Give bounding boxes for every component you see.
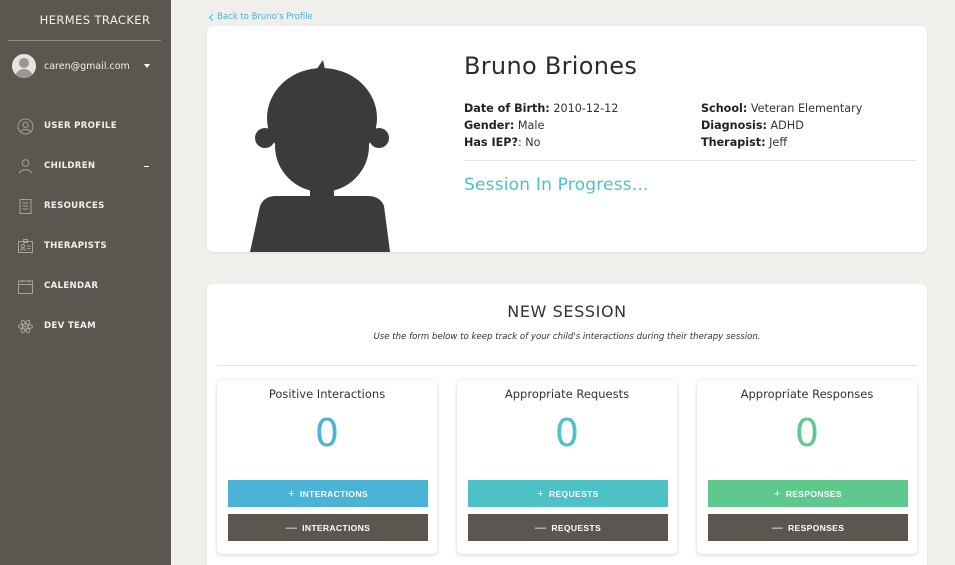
user-circle-icon bbox=[17, 118, 34, 134]
button-label: INTERACTIONS bbox=[302, 522, 371, 533]
profile-divider bbox=[464, 160, 916, 161]
diagnosis-label: Diagnosis: bbox=[701, 119, 767, 132]
school-value: Veteran Elementary bbox=[747, 102, 863, 115]
button-label: RESPONSES bbox=[785, 488, 842, 499]
session-status: Session In Progress... bbox=[464, 175, 649, 195]
plus-icon: + bbox=[537, 487, 545, 500]
child-name: Bruno Briones bbox=[464, 52, 638, 80]
minus-icon: — bbox=[535, 521, 547, 534]
therapist-row: Therapist: Jeff bbox=[701, 134, 862, 151]
session-title: NEW SESSION bbox=[507, 302, 627, 321]
caret-down-icon bbox=[144, 64, 150, 68]
sidebar-item-label: THERAPISTS bbox=[44, 241, 107, 251]
avatar bbox=[12, 54, 36, 78]
diagnosis-row: Diagnosis: ADHD bbox=[701, 117, 862, 134]
counter-appropriate-responses: Appropriate Responses 0 + RESPONSES — RE… bbox=[697, 380, 917, 554]
remove-interaction-button[interactable]: — INTERACTIONS bbox=[228, 514, 428, 541]
user-email: caren@gmail.com bbox=[44, 60, 130, 72]
iep-label: Has IEP? bbox=[464, 136, 518, 149]
child-facts-right: School: Veteran Elementary Diagnosis: AD… bbox=[701, 100, 862, 151]
chevron-left-icon bbox=[208, 13, 217, 21]
calendar-icon bbox=[18, 279, 33, 294]
id-badge-icon bbox=[18, 238, 33, 253]
counter-title: Positive Interactions bbox=[268, 387, 386, 401]
counter-positive-interactions: Positive Interactions 0 + INTERACTIONS —… bbox=[217, 380, 437, 554]
remove-request-button[interactable]: — REQUESTS bbox=[468, 514, 668, 541]
dob-row: Date of Birth: 2010-12-12 bbox=[464, 100, 618, 117]
dob-label: Date of Birth: bbox=[464, 102, 550, 115]
child-facts-left: Date of Birth: 2010-12-12 Gender: Male H… bbox=[464, 100, 618, 151]
school-row: School: Veteran Elementary bbox=[701, 100, 862, 117]
new-session-card: NEW SESSION Use the form below to keep t… bbox=[207, 284, 927, 565]
child-icon bbox=[19, 158, 32, 174]
back-link-label: Back to Bruno's Profile bbox=[217, 12, 313, 22]
therapist-value: Jeff bbox=[765, 136, 788, 149]
iep-value: : No bbox=[517, 136, 541, 149]
counter-value: 0 bbox=[554, 411, 580, 455]
app-brand: HERMES TRACKER bbox=[39, 13, 151, 27]
counter-title: Appropriate Requests bbox=[504, 387, 630, 401]
remove-response-button[interactable]: — RESPONSES bbox=[708, 514, 908, 541]
dob-value: 2010-12-12 bbox=[549, 102, 619, 115]
button-label: REQUESTS bbox=[551, 522, 601, 533]
user-menu[interactable]: caren@gmail.com bbox=[12, 54, 160, 78]
sidebar-item-label: USER PROFILE bbox=[44, 121, 117, 131]
session-divider bbox=[217, 365, 917, 366]
document-icon bbox=[19, 198, 32, 214]
sidebar-item-label: CALENDAR bbox=[44, 281, 99, 291]
sidebar-item-calendar[interactable]: CALENDAR bbox=[0, 266, 171, 306]
atom-icon bbox=[18, 319, 33, 333]
collapse-icon bbox=[144, 166, 149, 167]
gender-row: Gender: Male bbox=[464, 117, 618, 134]
button-label: INTERACTIONS bbox=[299, 488, 368, 499]
sidebar-item-label: CHILDREN bbox=[44, 161, 96, 171]
session-description: Use the form below to keep track of your… bbox=[373, 332, 761, 342]
counter-value: 0 bbox=[794, 411, 820, 455]
button-label: RESPONSES bbox=[788, 522, 845, 533]
plus-icon: + bbox=[774, 487, 781, 500]
school-label: School: bbox=[701, 102, 748, 115]
iep-row: Has IEP?: No bbox=[464, 134, 618, 151]
child-profile-card: Bruno Briones Date of Birth: 2010-12-12 … bbox=[207, 26, 927, 252]
add-interaction-button[interactable]: + INTERACTIONS bbox=[228, 480, 428, 507]
button-label: REQUESTS bbox=[549, 488, 599, 499]
sidebar-item-children[interactable]: CHILDREN bbox=[0, 146, 171, 186]
sidebar-item-therapists[interactable]: THERAPISTS bbox=[0, 226, 171, 266]
minus-icon: — bbox=[771, 521, 784, 534]
child-silhouette-icon bbox=[250, 60, 390, 252]
gender-label: Gender: bbox=[464, 119, 515, 132]
back-to-profile-link[interactable]: Back to Bruno's Profile bbox=[208, 12, 313, 22]
minus-icon: — bbox=[285, 521, 298, 534]
sidebar: HERMES TRACKER caren@gmail.com USER PROF… bbox=[0, 0, 171, 565]
sidebar-item-dev-team[interactable]: DEV TEAM bbox=[0, 306, 171, 346]
counter-title: Appropriate Responses bbox=[740, 387, 874, 401]
plus-icon: + bbox=[288, 487, 295, 500]
brand-divider bbox=[8, 40, 161, 41]
therapist-label: Therapist: bbox=[701, 136, 766, 149]
gender-value: Male bbox=[514, 119, 545, 132]
sidebar-item-label: RESOURCES bbox=[44, 201, 105, 211]
sidebar-item-user-profile[interactable]: USER PROFILE bbox=[0, 106, 171, 146]
sidebar-item-label: DEV TEAM bbox=[44, 321, 96, 331]
counter-value: 0 bbox=[314, 411, 340, 455]
add-response-button[interactable]: + RESPONSES bbox=[708, 480, 908, 507]
add-request-button[interactable]: + REQUESTS bbox=[468, 480, 668, 507]
sidebar-nav: USER PROFILE CHILDREN RESOURCES THERAPIS… bbox=[0, 106, 171, 346]
sidebar-item-resources[interactable]: RESOURCES bbox=[0, 186, 171, 226]
counter-appropriate-requests: Appropriate Requests 0 + REQUESTS — REQU… bbox=[457, 380, 677, 554]
diagnosis-value: ADHD bbox=[766, 119, 804, 132]
